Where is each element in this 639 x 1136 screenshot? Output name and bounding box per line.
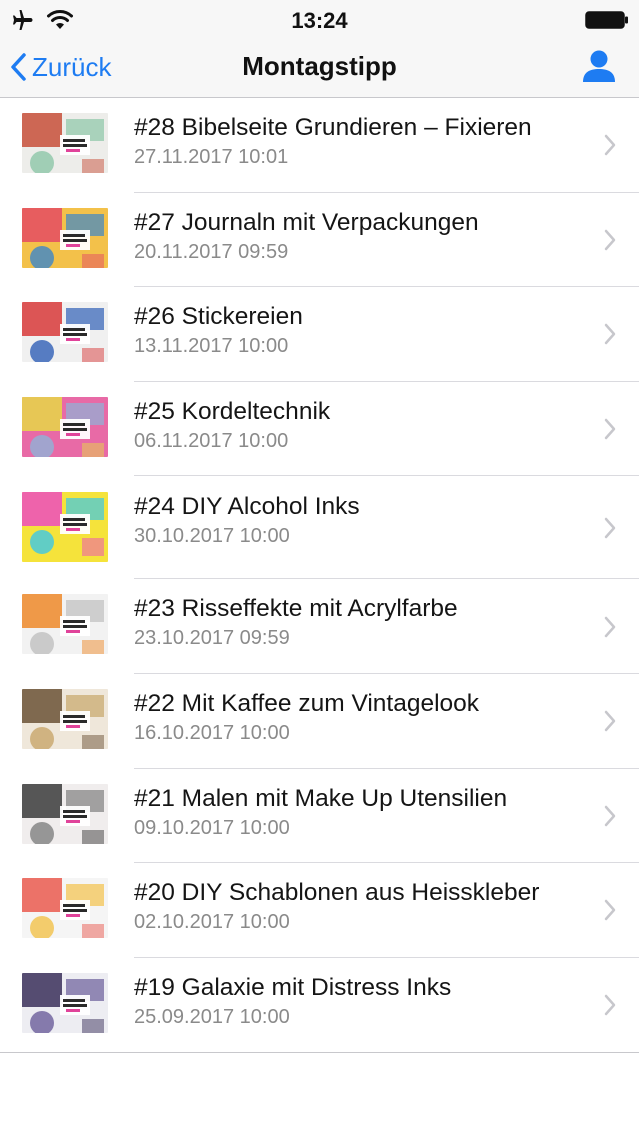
thumbnail-image <box>22 396 108 457</box>
list-item-title: #28 Bibelseite Grundieren – Fixieren <box>134 114 532 141</box>
thumbnail-image <box>22 878 108 939</box>
list-item-title: #25 Kordeltechnik <box>134 397 331 425</box>
list-item-date: 02.10.2017 10:00 <box>134 911 290 934</box>
list-item-title: #21 Malen mit Make Up Utensilien <box>134 784 508 812</box>
status-time: 13:24 <box>291 8 348 33</box>
list-item-date: 09.10.2017 10:00 <box>134 816 290 839</box>
battery-icon <box>585 11 628 29</box>
list-item[interactable]: #20 DIY Schablonen aus Heisskleber 02.10… <box>0 863 639 958</box>
chevron-right-icon <box>604 711 616 732</box>
thumbnail-image <box>22 492 108 563</box>
list-item[interactable]: #27 Journaln mit Verpackungen 20.11.2017… <box>0 193 639 288</box>
list-item-date: 23.10.2017 09:59 <box>134 627 290 650</box>
thumbnail-image <box>22 783 108 844</box>
thumbnail-image <box>22 113 108 173</box>
chevron-right-icon <box>604 324 616 345</box>
list-item-date: 27.11.2017 10:01 <box>134 146 289 168</box>
list-end-divider <box>0 1052 639 1054</box>
list-item[interactable]: #28 Bibelseite Grundieren – Fixieren 27.… <box>0 98 639 193</box>
status-bar: 13:24 <box>0 0 639 40</box>
chevron-right-icon <box>604 616 616 637</box>
chevron-right-icon <box>604 994 616 1016</box>
list-item-title: #26 Stickereien <box>134 303 303 331</box>
list-item-date: 25.09.2017 10:00 <box>134 1005 290 1028</box>
user-profile-icon[interactable] <box>579 46 619 86</box>
list-item-title: #23 Risseffekte mit Acrylfarbe <box>134 595 458 623</box>
list-item[interactable]: #22 Mit Kaffee zum Vintagelook 16.10.201… <box>0 674 639 769</box>
list-item-date: 06.11.2017 10:00 <box>134 429 289 452</box>
thumbnail-image <box>22 207 108 268</box>
list-item-title: #27 Journaln mit Verpackungen <box>134 208 479 236</box>
chevron-right-icon <box>604 135 616 156</box>
chevron-right-icon <box>604 418 616 440</box>
list-item-date: 16.10.2017 10:00 <box>134 721 290 744</box>
list-item[interactable]: #21 Malen mit Make Up Utensilien 09.10.2… <box>0 769 639 864</box>
list-item-title: #24 DIY Alcohol Inks <box>134 493 360 521</box>
thumbnail-image <box>22 594 108 655</box>
list-item-title: #19 Galaxie mit Distress Inks <box>134 973 452 1001</box>
list-item[interactable]: #25 Kordeltechnik 06.11.2017 10:00 <box>0 382 639 477</box>
list-item-title: #20 DIY Schablonen aus Heisskleber <box>134 879 540 907</box>
navigation-bar: Zurück Montagstipp <box>0 40 639 98</box>
thumbnail-image <box>22 302 108 363</box>
tips-list: #28 Bibelseite Grundieren – Fixieren 27.… <box>0 98 639 1054</box>
list-item[interactable]: #26 Stickereien 13.11.2017 10:00 <box>0 287 639 382</box>
chevron-right-icon <box>604 517 616 539</box>
list-item-date: 20.11.2017 09:59 <box>134 240 289 263</box>
thumbnail-image <box>22 688 108 749</box>
chevron-right-icon <box>604 900 616 921</box>
thumbnail-image <box>22 972 108 1033</box>
page-title: Montagstipp <box>242 51 397 81</box>
list-item[interactable]: #19 Galaxie mit Distress Inks 25.09.2017… <box>0 958 639 1053</box>
list-item-date: 13.11.2017 10:00 <box>134 335 289 358</box>
list-item[interactable]: #23 Risseffekte mit Acrylfarbe 23.10.201… <box>0 579 639 674</box>
chevron-right-icon <box>604 229 616 251</box>
chevron-right-icon <box>604 805 616 827</box>
list-item-date: 30.10.2017 10:00 <box>134 525 290 548</box>
list-item-title: #22 Mit Kaffee zum Vintagelook <box>134 689 480 717</box>
list-item[interactable]: #24 DIY Alcohol Inks 30.10.2017 10:00 <box>0 476 639 580</box>
